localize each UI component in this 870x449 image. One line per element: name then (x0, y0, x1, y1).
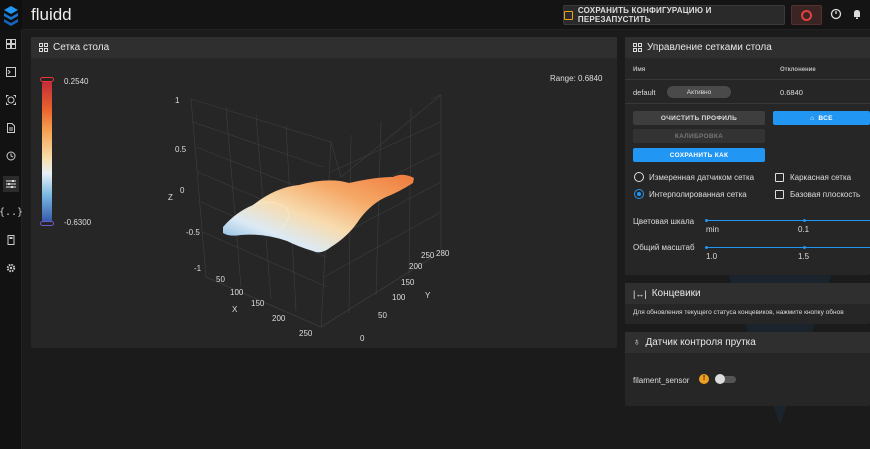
filament-sensor-toggle-thumb[interactable] (715, 374, 725, 384)
power-icon[interactable] (829, 8, 843, 22)
y-tick-4: 150 (401, 278, 415, 287)
column-name-header: Имя (633, 67, 646, 73)
filament-sensor-card: ♁ Датчик контроля прутка filament_sensor… (625, 332, 870, 406)
y-tick-2: 50 (378, 311, 387, 320)
emergency-stop-button[interactable] (791, 5, 822, 25)
z-tick-1: 1 (175, 96, 180, 105)
side-navigation: {..} (0, 30, 23, 449)
z-axis-label: Z (168, 193, 173, 202)
mesh-management-card: Управление сетками стола Имя Отклонение … (625, 37, 870, 275)
bed-mesh-card: Сетка стола Range: 0.6840 0.2540 -0.6300 (31, 37, 617, 348)
color-scale-slider-min-thumb[interactable] (705, 219, 708, 222)
interpolated-mesh-radio[interactable] (634, 189, 644, 199)
z-tick-3: 0 (180, 186, 185, 195)
interpolated-mesh-label: Интерполированная сетка (649, 190, 747, 199)
overall-scale-value: 1.5 (798, 252, 810, 261)
home-icon: ⌂ (810, 114, 815, 122)
flat-surface-checkbox[interactable] (775, 190, 784, 199)
console-icon[interactable] (3, 64, 19, 80)
webcam-icon[interactable] (3, 92, 19, 108)
endstops-header: |↔| Концевики (625, 283, 870, 304)
wireframe-label: Каркасная сетка (790, 173, 852, 182)
profile-name[interactable]: default (633, 88, 656, 97)
x-tick-1: 50 (216, 275, 225, 284)
x-tick-2: 100 (230, 288, 244, 297)
save-icon (564, 10, 573, 20)
mesh-management-title: Управление сетками стола (647, 42, 772, 53)
column-deviation-header: Отклонение (780, 67, 816, 73)
app-title: fluidd (31, 5, 72, 24)
warning-icon: ! (699, 374, 709, 384)
color-scale-label: Цветовая шкала (633, 217, 695, 226)
filament-sensor-header: ♁ Датчик контроля прутка (625, 332, 870, 353)
fluidd-logo[interactable] (0, 0, 22, 30)
bed-mesh-3d-plot[interactable] (31, 37, 617, 348)
y-axis-label: Y (425, 291, 431, 300)
save-button-label: СОХРАНИТЬ КОНФИГУРАЦИЮ И ПЕРЕЗАПУСТИТЬ (577, 6, 712, 24)
measured-mesh-label: Измеренная датчиком сетка (649, 173, 755, 182)
overall-scale-min-value: 1.0 (706, 252, 718, 261)
filament-sensor-icon: ♁ (633, 337, 641, 348)
endstops-hint: Для обновления текущего статуса концевик… (633, 309, 844, 316)
history-icon[interactable] (3, 148, 19, 164)
color-scale-value: 0.1 (798, 225, 810, 234)
y-tick-1: 0 (360, 334, 365, 343)
save-config-restart-button[interactable]: СОХРАНИТЬ КОНФИГУРАЦИЮ И ПЕРЕЗАПУСТИТЬ (563, 5, 785, 25)
dashboard-icon[interactable] (3, 36, 19, 52)
x-tick-4: 200 (272, 314, 286, 323)
overall-scale-slider-thumb[interactable] (803, 246, 806, 249)
measured-mesh-radio[interactable] (634, 172, 644, 182)
color-scale-slider[interactable] (706, 220, 870, 221)
files-icon[interactable] (3, 120, 19, 136)
endstops-card: |↔| Концевики Для обновления текущего ст… (625, 283, 870, 324)
settings-icon[interactable] (3, 260, 19, 276)
y-tick-7: 280 (436, 249, 450, 258)
mesh-management-header: Управление сетками стола (625, 37, 870, 58)
emergency-stop-icon (801, 9, 812, 21)
filament-sensor-title: Датчик контроля прутка (645, 337, 756, 348)
grid-icon (633, 43, 642, 52)
notifications-bell-icon[interactable] (850, 8, 864, 22)
table-divider-2 (625, 103, 870, 104)
tune-icon[interactable] (3, 176, 19, 192)
x-tick-3: 150 (251, 299, 265, 308)
color-scale-min-value: min (706, 225, 719, 234)
overall-scale-label: Общий масштаб (633, 243, 695, 252)
z-tick-4: -0.5 (186, 228, 200, 237)
y-tick-5: 200 (409, 262, 423, 271)
endstops-icon: |↔| (633, 288, 647, 299)
home-all-button[interactable]: ⌂ ВСЕ (773, 111, 870, 125)
y-tick-3: 100 (392, 293, 406, 302)
profile-deviation: 0.6840 (780, 88, 803, 97)
clear-profile-button[interactable]: ОЧИСТИТЬ ПРОФИЛЬ (633, 111, 765, 125)
z-tick-2: 0.5 (175, 145, 187, 154)
macros-icon[interactable]: {..} (0, 204, 23, 220)
home-all-label: ВСЕ (818, 114, 833, 122)
active-badge: Активно (667, 86, 731, 98)
endstops-title: Концевики (651, 288, 701, 299)
color-scale-slider-thumb[interactable] (803, 219, 806, 222)
mesh-surface (223, 174, 414, 253)
x-axis-label: X (232, 305, 238, 314)
y-tick-6: 250 (421, 251, 435, 260)
flat-surface-label: Базовая плоскость (790, 190, 861, 199)
overall-scale-slider[interactable] (706, 247, 870, 248)
save-as-button[interactable]: СОХРАНИТЬ КАК (633, 148, 765, 162)
top-app-bar: fluidd СОХРАНИТЬ КОНФИГУРАЦИЮ И ПЕРЕЗАПУ… (0, 0, 870, 30)
x-tick-5: 250 (299, 329, 313, 338)
overall-scale-slider-min-thumb[interactable] (705, 246, 708, 249)
z-tick-5: -1 (194, 264, 202, 273)
calibrate-button[interactable]: КАЛИБРОВКА (633, 129, 765, 143)
table-divider (625, 79, 870, 80)
wireframe-checkbox[interactable] (775, 173, 784, 182)
filament-sensor-name: filament_sensor (633, 376, 690, 385)
system-icon[interactable] (3, 232, 19, 248)
